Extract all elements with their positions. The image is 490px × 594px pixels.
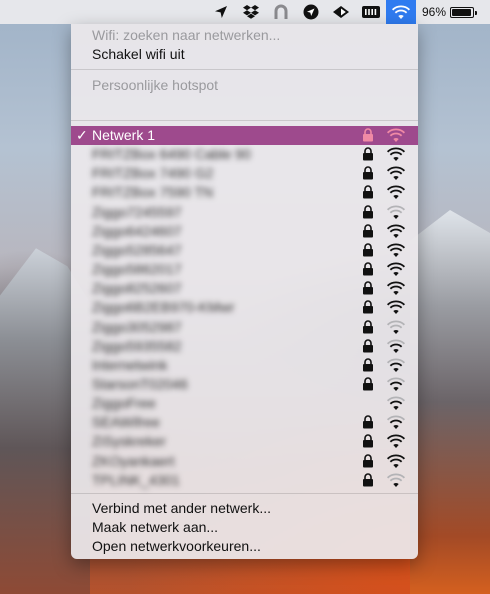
wifi-signal-icon [386, 339, 406, 354]
wifi-signal-icon [386, 205, 406, 220]
wifi-signal-icon [386, 262, 406, 277]
wallpaper-mountain-right [410, 210, 490, 594]
menu-bar: 96% [0, 0, 490, 24]
location-arrow-icon[interactable] [206, 0, 236, 24]
lock-icon [362, 319, 376, 335]
hotspot-header: Persoonlijke hotspot [92, 77, 219, 93]
lock-icon [362, 377, 376, 392]
open-network-prefs-item[interactable]: Open netwerkvoorkeuren... [71, 536, 418, 556]
wifi-signal-icon [386, 415, 406, 430]
wifi-signal-icon [386, 281, 406, 296]
lock-icon [362, 281, 376, 296]
lock-icon [362, 224, 376, 239]
network-item[interactable]: TPLINK_4301 [71, 471, 418, 490]
network-name: FRITZBox 6490 Cable 90 [92, 146, 251, 163]
dropbox-icon[interactable] [236, 0, 266, 24]
network-name: FRITZBox 7590 TN [92, 184, 214, 201]
wifi-menu: Wifi: zoeken naar netwerken... Schakel w… [71, 24, 418, 559]
network-item[interactable]: Ziggo6424607 [71, 222, 418, 241]
battery-percentage[interactable]: 96% [422, 5, 446, 19]
network-item[interactable]: Internetwink [71, 356, 418, 375]
separator [71, 493, 418, 494]
wifi-icon[interactable] [385, 0, 416, 24]
lock-icon [362, 128, 376, 143]
wifi-signal-icon [386, 358, 406, 373]
network-name: Netwerk 1 [92, 127, 156, 143]
network-name: FRITZBox 7490 G2 [92, 165, 214, 182]
network-item[interactable]: Ziggo5935582 [71, 337, 418, 356]
lock-icon [362, 358, 376, 373]
network-name: Ziggo6424607 [92, 222, 182, 239]
wifi-signal-icon [386, 396, 406, 411]
network-name: ZiSyskreker [92, 433, 166, 450]
wifi-signal-icon [386, 377, 406, 392]
network-name: Internetwink [92, 356, 168, 373]
network-item[interactable]: Ziggo8252607 [71, 279, 418, 298]
network-item[interactable]: ZiggoFree [71, 394, 418, 413]
network-item[interactable]: ZKOyankaert [71, 452, 418, 471]
grid-icon[interactable] [356, 0, 386, 24]
network-name: Ziggo7245597 [92, 203, 182, 220]
turn-off-wifi-item[interactable]: Schakel wifi uit [71, 44, 418, 64]
network-item[interactable]: StarsonT02046 [71, 375, 418, 394]
network-name: Ziggo5862017 [92, 261, 182, 278]
lock-icon [362, 472, 376, 488]
navigation-circle-icon[interactable] [296, 0, 326, 24]
join-other-network-item[interactable]: Verbind met ander netwerk... [71, 498, 418, 518]
battery-fill [452, 8, 471, 16]
network-item[interactable]: Ziggo7245597 [71, 203, 418, 222]
wifi-signal-icon [386, 224, 406, 239]
network-item[interactable]: ZiSyskreker [71, 432, 418, 451]
network-name: ZKOyankaert [92, 452, 175, 469]
wifi-signal-icon [386, 300, 406, 315]
wifi-signal-icon [386, 185, 406, 200]
lock-icon [362, 204, 376, 220]
network-item[interactable]: SEAWifree [71, 413, 418, 432]
wifi-signal-icon [386, 243, 406, 258]
wifi-signal-icon [386, 128, 406, 143]
lock-icon [362, 185, 376, 200]
network-name: ZiggoFree [92, 395, 156, 412]
network-name: Ziggo6B2EB970-KMwr [92, 299, 235, 316]
arch-icon[interactable] [266, 0, 296, 24]
network-item[interactable]: FRITZBox 7490 G2 [71, 164, 418, 183]
wifi-signal-icon [386, 147, 406, 162]
lock-icon [362, 262, 376, 277]
network-item[interactable]: Ziggo6B2EB970-KMwr [71, 298, 418, 317]
battery-icon[interactable] [450, 6, 477, 18]
network-item[interactable]: ✓ Netwerk 1 [71, 126, 418, 145]
wifi-signal-icon [386, 320, 406, 335]
network-name: Ziggo5935582 [92, 337, 182, 354]
lock-icon [362, 338, 376, 354]
wifi-status: Wifi: zoeken naar netwerken... [92, 27, 281, 43]
separator [71, 69, 418, 70]
wifi-signal-icon [386, 166, 406, 181]
network-item[interactable]: Ziggo5285647 [71, 241, 418, 260]
network-name: Ziggo8252607 [92, 280, 182, 297]
network-item[interactable]: FRITZBox 6490 Cable 90 [71, 145, 418, 164]
network-name: Ziggo3052987 [92, 318, 182, 335]
wifi-signal-icon [386, 473, 406, 488]
create-network-item[interactable]: Maak netwerk aan... [71, 517, 418, 537]
checkmark-icon: ✓ [76, 127, 88, 143]
wifi-signal-icon [386, 434, 406, 449]
lock-icon [362, 166, 376, 181]
lock-icon [362, 300, 376, 315]
network-name: SEAWifree [92, 414, 160, 431]
lock-icon [362, 147, 376, 162]
network-name: StarsonT02046 [92, 375, 188, 392]
network-name: TPLINK_4301 [92, 471, 180, 488]
wifi-signal-icon [386, 454, 406, 469]
network-name: Ziggo5285647 [92, 241, 182, 258]
network-item[interactable]: FRITZBox 7590 TN [71, 183, 418, 202]
network-item[interactable]: Ziggo3052987 [71, 318, 418, 337]
lock-icon [362, 243, 376, 258]
network-item[interactable]: Ziggo5862017 [71, 260, 418, 279]
layers-icon[interactable] [326, 0, 356, 24]
lock-icon [362, 434, 376, 449]
separator [71, 120, 418, 121]
lock-icon [362, 453, 376, 469]
lock-icon [362, 415, 376, 430]
